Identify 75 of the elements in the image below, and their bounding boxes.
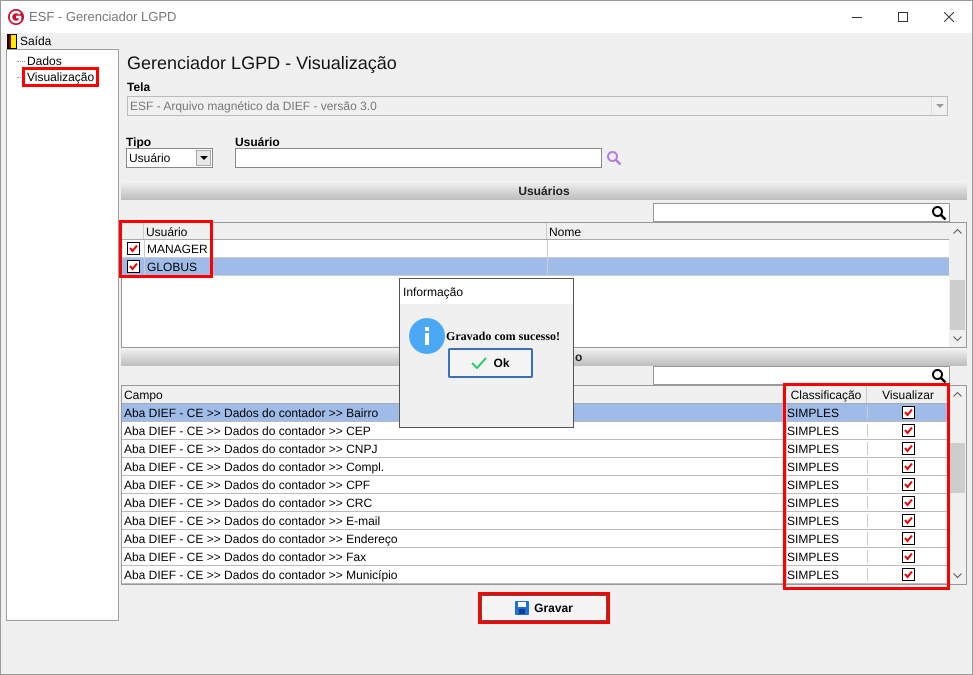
table-row[interactable]: Aba DIEF - CE >> Dados do contador >> CRC SIMPLES: [122, 494, 949, 512]
save-button[interactable]: Gravar: [481, 595, 607, 621]
table-cell-text: Aba DIEF - CE >> Dados do contador >> Bairro: [123, 404, 380, 422]
column-header[interactable]: Usuário: [144, 223, 547, 239]
app-logo-icon: [7, 8, 25, 26]
table-cell-text: Aba DIEF - CE >> Dados do contador >> E-mail: [123, 512, 382, 530]
scroll-down-icon: [953, 336, 962, 341]
checkbox[interactable]: [902, 442, 915, 455]
ok-button[interactable]: Ok: [448, 348, 533, 378]
scrollbar-thumb[interactable]: [950, 280, 965, 330]
page-heading: Gerenciador LGPD - Visualização: [127, 52, 397, 75]
table-cell-text: Aba DIEF - CE >> Dados do contador >> Endereço: [123, 530, 398, 548]
checkbox[interactable]: [902, 496, 915, 509]
table-row[interactable]: Aba DIEF - CE >> Dados do contador >> Município SIMPLES: [122, 566, 949, 584]
info-icon: [409, 318, 445, 354]
checkbox[interactable]: [902, 568, 915, 581]
table-cell-text: Aba DIEF - CE >> Dados do contador >> Município: [123, 566, 398, 584]
table-row[interactable]: Aba DIEF - CE >> Dados do contador >> E-mail SIMPLES: [122, 512, 949, 530]
checkbox[interactable]: [902, 514, 915, 527]
checkbox[interactable]: [902, 550, 915, 563]
window-title: ESF - Gerenciador LGPD: [29, 8, 176, 26]
type-dropdown[interactable]: Usuário: [126, 148, 213, 168]
field-label: Tela: [127, 80, 150, 94]
table-row[interactable]: Aba DIEF - CE >> Dados do contador >> CPF SIMPLES: [122, 476, 949, 494]
table-cell-text: Aba DIEF - CE >> Dados do contador >> Fax: [123, 548, 368, 566]
table-row[interactable]: Aba DIEF - CE >> Dados do contador >> CNPJ SIMPLES: [122, 440, 949, 458]
table-cell-text: Aba DIEF - CE >> Dados do contador >> Compl.: [123, 458, 386, 476]
table-cell-text: Aba DIEF - CE >> Dados do contador >> CRC: [123, 494, 374, 512]
search-icon[interactable]: [931, 204, 947, 220]
scrollbar[interactable]: [949, 386, 966, 584]
door-icon: [7, 34, 17, 48]
tree-item[interactable]: Dados: [25, 54, 64, 68]
fields-search-field[interactable]: [653, 366, 950, 385]
checkbox[interactable]: [902, 460, 915, 473]
column-header[interactable]: Classificação: [786, 386, 867, 403]
table-cell: GLOBUS: [144, 258, 547, 276]
checkbox[interactable]: [126, 242, 140, 255]
field-label: Usuário: [235, 134, 281, 148]
table-row[interactable]: GLOBUS: [122, 258, 949, 276]
menu-item[interactable]: Saída: [7, 34, 52, 48]
table-row[interactable]: MANAGER: [122, 240, 949, 258]
section-header: Usuários: [121, 181, 967, 200]
user-input-field[interactable]: [235, 148, 602, 168]
table-cell: SIMPLES: [786, 566, 867, 584]
scrollbar-thumb[interactable]: [950, 443, 965, 493]
checkbox[interactable]: [902, 406, 915, 419]
table-row[interactable]: Aba DIEF - CE >> Dados do contador >> CEP SIMPLES: [122, 422, 949, 440]
scroll-up-icon: [953, 229, 962, 234]
dialog-title: Informação: [403, 284, 464, 300]
check-icon: [471, 357, 488, 369]
table-cell-text: Aba DIEF - CE >> Dados do contador >> CPF: [123, 476, 372, 494]
table-cell-text: Aba DIEF - CE >> Dados do contador >> CEP: [123, 422, 372, 440]
scroll-down-icon: [953, 573, 962, 578]
minimize-icon: [852, 16, 862, 18]
tree-item[interactable]: Visualização: [25, 70, 96, 84]
search-icon[interactable]: [931, 368, 947, 384]
scrollbar[interactable]: [949, 223, 966, 347]
dropdown-arrow-icon: [936, 104, 944, 108]
column-header[interactable]: Visualizar: [867, 386, 949, 403]
scroll-up-icon: [953, 392, 962, 397]
dialog-message: Gravado com sucesso!: [446, 328, 560, 345]
table-row[interactable]: Aba DIEF - CE >> Dados do contador >> Fax SIMPLES: [122, 548, 949, 566]
maximize-icon: [898, 12, 908, 22]
table-row[interactable]: Aba DIEF - CE >> Dados do contador >> Endereço SIMPLES: [122, 530, 949, 548]
dropdown-arrow-icon: [200, 156, 208, 160]
checkbox[interactable]: [902, 424, 915, 437]
table-row[interactable]: Aba DIEF - CE >> Dados do contador >> Compl. SIMPLES: [122, 458, 949, 476]
column-header[interactable]: Nome: [547, 223, 949, 239]
close-icon: [944, 12, 954, 22]
users-search-field[interactable]: [653, 203, 950, 222]
checkbox[interactable]: [126, 260, 140, 273]
checkbox[interactable]: [902, 532, 915, 545]
field-label: Tipo: [126, 134, 152, 148]
checkbox[interactable]: [902, 478, 915, 491]
table-cell-text: Aba DIEF - CE >> Dados do contador >> CNPJ: [123, 440, 378, 458]
